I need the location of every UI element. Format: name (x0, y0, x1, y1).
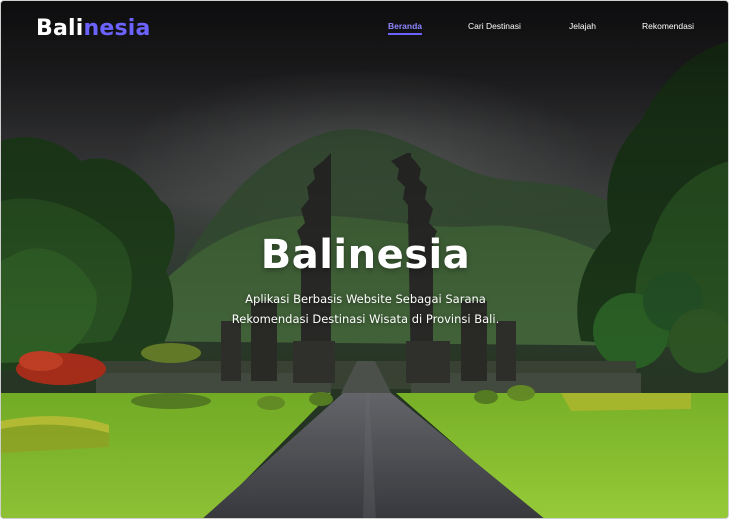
hero-subtitle: Aplikasi Berbasis Website Sebagai Sarana… (1, 289, 728, 329)
site-header: Balinesia Beranda Cari Destinasi Jelajah… (1, 1, 728, 57)
hero-subtitle-line-1: Aplikasi Berbasis Website Sebagai Sarana (245, 292, 486, 306)
nav-beranda[interactable]: Beranda (388, 20, 423, 35)
nav-rekomendasi[interactable]: Rekomendasi (642, 20, 694, 32)
main-nav: Beranda Cari Destinasi Jelajah Rekomenda… (1, 20, 728, 40)
nav-jelajah[interactable]: Jelajah (569, 20, 596, 32)
page: Balinesia Beranda Cari Destinasi Jelajah… (0, 0, 729, 519)
nav-cari-destinasi[interactable]: Cari Destinasi (468, 20, 521, 32)
hero-title: Balinesia (260, 232, 471, 278)
hero-subtitle-line-2: Rekomendasi Destinasi Wisata di Provinsi… (231, 312, 500, 326)
